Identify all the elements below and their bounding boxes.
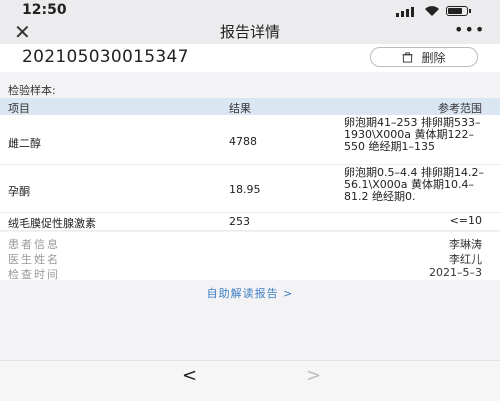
info-row-doctor: 医生姓名 李红儿 [0, 251, 500, 267]
battery-fill [448, 8, 463, 14]
back-arrow-icon[interactable]: < [182, 365, 197, 386]
delete-label: 删除 [421, 50, 446, 65]
delete-button[interactable]: 删除 [370, 47, 478, 67]
signal-icon [396, 7, 414, 17]
table-row: 雌二醇 4788 卵泡期41–253 排卵期533–1930\X000a 黄体期… [0, 115, 500, 165]
battery-icon [446, 6, 471, 16]
info-value: 2021–5–3 [429, 266, 482, 279]
row-name: 雌二醇 [8, 137, 41, 150]
spacer [0, 72, 500, 81]
nav-bar: ✕ 报告详情 ••• [0, 20, 500, 44]
forward-arrow-icon[interactable]: > [306, 365, 321, 386]
row-name: 绒毛膜促性腺激素 [8, 217, 96, 230]
more-icon[interactable]: ••• [454, 18, 485, 42]
page-title: 报告详情 [219, 23, 280, 41]
sample-label: 检验样本: [8, 84, 56, 97]
info-row-patient: 患者信息 李琳涛 [0, 236, 500, 252]
info-section: 患者信息 李琳涛 医生姓名 李红儿 检查时间 2021–5–3 [0, 232, 500, 281]
info-value: 李红儿 [449, 253, 482, 266]
sample-section: 检验样本: [0, 81, 500, 98]
header-reference: 参考范围 [438, 102, 482, 115]
status-bar: 12:50 [0, 0, 500, 20]
wifi-icon [424, 5, 440, 20]
table-header: 项目 结果 参考范围 [0, 98, 500, 115]
self-read-link[interactable]: 自助解读报告 > [0, 285, 500, 301]
row-reference: <=10 [449, 214, 482, 227]
table-row: 绒毛膜促性腺激素 253 <=10 [0, 213, 500, 231]
row-name: 孕酮 [8, 185, 30, 198]
row-result: 18.95 [229, 183, 261, 196]
header-name: 项目 [8, 102, 30, 115]
table-row: 孕酮 18.95 卵泡期0.5–4.4 排卵期14.2–56.1\X000a 黄… [0, 165, 500, 213]
row-reference: 卵泡期41–253 排卵期533–1930\X000a 黄体期122–550 绝… [344, 116, 481, 153]
row-result: 253 [229, 215, 250, 228]
header-result: 结果 [229, 102, 251, 115]
report-id-row: 202105030015347 删除 [0, 44, 500, 72]
bottom-nav: < > [0, 360, 500, 401]
row-result: 4788 [229, 135, 257, 148]
trash-icon [402, 51, 414, 63]
status-time: 12:50 [22, 2, 67, 18]
row-reference: 卵泡期0.5–4.4 排卵期14.2–56.1\X000a 黄体期10.4–81… [344, 166, 484, 203]
self-read-section: 自助解读报告 > [0, 280, 500, 360]
report-id: 202105030015347 [22, 47, 189, 67]
info-label: 患者信息 [8, 238, 60, 251]
info-label: 医生姓名 [8, 253, 60, 266]
info-value: 李琳涛 [449, 238, 482, 251]
